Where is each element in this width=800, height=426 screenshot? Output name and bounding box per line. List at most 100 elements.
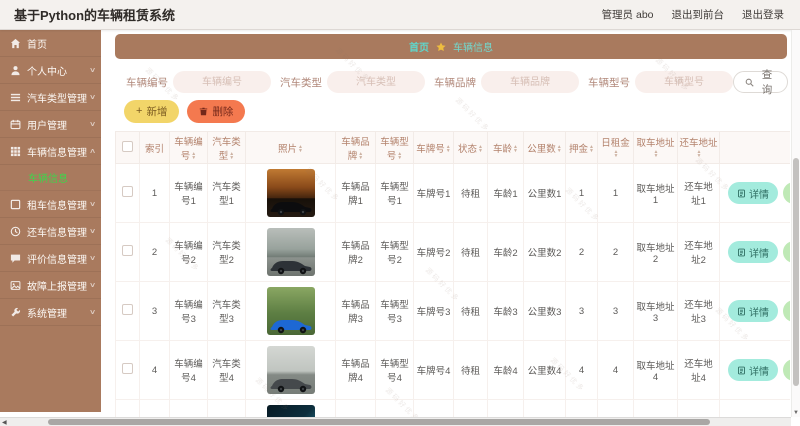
column-header-3[interactable]: 照片▲▼ [246, 132, 336, 164]
filter-label-1: 汽车类型 [280, 75, 322, 90]
filter-label-2: 车辆品牌 [434, 75, 476, 90]
sort-icon[interactable]: ▲▼ [697, 150, 702, 158]
column-header-12[interactable]: 取车地址▲▼ [634, 132, 678, 164]
vertical-scrollbar[interactable]: ▼ [791, 30, 800, 417]
cell-text-type: 汽车类型2 [212, 241, 241, 266]
column-header-2[interactable]: 汽车类型▲▼ [208, 132, 246, 164]
table-row: 4车辆编号4汽车类型4车辆品牌4车辆型号4车牌号4待租车龄4公里数444取车地址… [116, 341, 791, 400]
sort-icon[interactable]: ▲▼ [589, 145, 594, 153]
exit-to-front-link[interactable]: 退出到前台 [672, 7, 725, 22]
admin-user-label[interactable]: 管理员 abo [602, 7, 654, 22]
list-icon [10, 92, 21, 103]
sidebar-item-6[interactable]: 还车信息管理∨ [0, 218, 101, 245]
cell-text-idx: 4 [152, 365, 157, 376]
query-button[interactable]: 查询 [733, 71, 788, 93]
sort-icon[interactable]: ▲▼ [614, 150, 619, 158]
column-header-4[interactable]: 车辆品牌▲▼ [336, 132, 376, 164]
clipped-action-button[interactable] [783, 182, 790, 204]
home-icon [10, 38, 21, 49]
breadcrumb-home-link[interactable]: 首页 [409, 39, 429, 54]
filter-input-2[interactable] [481, 71, 579, 93]
vehicle-table: 索引车辆编号▲▼汽车类型▲▼照片▲▼车辆品牌▲▼车辆型号▲▼车牌号▲▼状态▲▼车… [115, 131, 790, 426]
cell-idx: 1 [140, 164, 170, 223]
sort-icon[interactable]: ▲▼ [358, 152, 363, 160]
sort-icon[interactable]: ▲▼ [513, 145, 518, 153]
sort-icon[interactable]: ▲▼ [446, 145, 451, 153]
sidebar-item-1[interactable]: 个人中心∨ [0, 57, 101, 84]
add-button[interactable]: + 新增 [124, 100, 179, 123]
sidebar-item-label: 系统管理 [27, 305, 67, 320]
cell-text-type: 汽车类型4 [212, 359, 241, 384]
filter-input-0[interactable] [173, 71, 271, 93]
add-button-label: 新增 [146, 104, 167, 119]
vehicle-photo-car-gray-building [267, 228, 315, 276]
delete-button[interactable]: 删除 [187, 100, 245, 123]
detail-button[interactable]: 详情 [728, 182, 778, 204]
vertical-scrollbar-thumb[interactable] [793, 158, 799, 386]
horizontal-scrollbar-thumb[interactable] [48, 419, 710, 425]
column-header-8[interactable]: 车龄▲▼ [488, 132, 524, 164]
detail-button[interactable]: 详情 [728, 241, 778, 263]
chevron-down-icon: ∨ [89, 66, 96, 74]
column-header-9[interactable]: 公里数▲▼ [524, 132, 566, 164]
column-header-5[interactable]: 车辆型号▲▼ [376, 132, 414, 164]
clipped-action-button[interactable] [783, 359, 790, 381]
column-header-7[interactable]: 状态▲▼ [454, 132, 488, 164]
cell-brand: 车辆品牌2 [336, 223, 376, 282]
row-actions: 详情 [722, 359, 790, 381]
detail-button[interactable]: 详情 [728, 359, 778, 381]
column-header-1[interactable]: 车辆编号▲▼ [170, 132, 208, 164]
sidebar-item-2[interactable]: 汽车类型管理∨ [0, 84, 101, 111]
sort-icon[interactable]: ▲▼ [478, 145, 483, 153]
sidebar-item-7[interactable]: 评价信息管理∨ [0, 245, 101, 272]
chevron-up-icon: ∧ [89, 147, 96, 155]
column-header-6[interactable]: 车牌号▲▼ [414, 132, 454, 164]
clipped-action-button[interactable] [783, 300, 790, 322]
scroll-left-arrow-icon[interactable]: ◀ [2, 419, 7, 426]
row-checkbox[interactable] [122, 363, 133, 374]
cell-text-no: 车辆编号3 [174, 300, 203, 325]
column-header-11[interactable]: 日租金▲▼ [598, 132, 634, 164]
sort-icon[interactable]: ▲▼ [557, 145, 562, 153]
scroll-down-arrow-icon[interactable]: ▼ [793, 410, 799, 416]
sidebar-item-5[interactable]: 租车信息管理∨ [0, 191, 101, 218]
row-checkbox[interactable] [122, 186, 133, 197]
filter-input-3[interactable] [635, 71, 733, 93]
stop-icon [10, 199, 21, 210]
chat-icon [10, 253, 21, 264]
horizontal-scrollbar[interactable]: ◀ [0, 417, 791, 426]
select-all-checkbox[interactable] [122, 141, 133, 152]
select-all-header[interactable] [116, 132, 140, 164]
sort-icon[interactable]: ▲▼ [229, 152, 234, 160]
sidebar-subitem-label: 车辆信息 [28, 170, 68, 185]
cell-text-status: 待租 [461, 366, 480, 377]
sidebar-item-0[interactable]: 首页 [0, 30, 101, 57]
column-header-13[interactable]: 还车地址▲▼ [678, 132, 720, 164]
cell-text-dropoff: 还车地址1 [684, 182, 713, 207]
sidebar-item-9[interactable]: 系统管理∨ [0, 299, 101, 326]
sort-icon[interactable]: ▲▼ [191, 152, 196, 160]
cell-dropoff: 还车地址2 [678, 223, 720, 282]
sort-icon[interactable]: ▲▼ [654, 150, 659, 158]
sort-icon[interactable]: ▲▼ [397, 152, 402, 160]
clipped-action-button[interactable] [783, 241, 790, 263]
filter-input-1[interactable] [327, 71, 425, 93]
cell-rent: 4 [598, 341, 634, 400]
sidebar-item-4[interactable]: 车辆信息管理∧ [0, 138, 101, 165]
column-header-10[interactable]: 押金▲▼ [566, 132, 598, 164]
cell-deposit: 4 [566, 341, 598, 400]
sidebar-item-label: 汽车类型管理 [27, 90, 87, 105]
detail-button[interactable]: 详情 [728, 300, 778, 322]
cell-type: 汽车类型4 [208, 341, 246, 400]
cell-dropoff: 还车地址3 [678, 282, 720, 341]
sort-icon[interactable]: ▲▼ [298, 145, 303, 153]
cell-text-deposit: 4 [579, 365, 584, 376]
sidebar-item-8[interactable]: 故障上报管理∨ [0, 272, 101, 299]
cell-text-model: 车辆型号1 [380, 182, 409, 207]
row-checkbox[interactable] [122, 304, 133, 315]
column-header-0[interactable]: 索引 [140, 132, 170, 164]
row-checkbox[interactable] [122, 245, 133, 256]
sidebar-subitem-车辆信息[interactable]: 车辆信息 [0, 165, 101, 191]
logout-link[interactable]: 退出登录 [742, 7, 784, 22]
sidebar-item-3[interactable]: 用户管理∨ [0, 111, 101, 138]
